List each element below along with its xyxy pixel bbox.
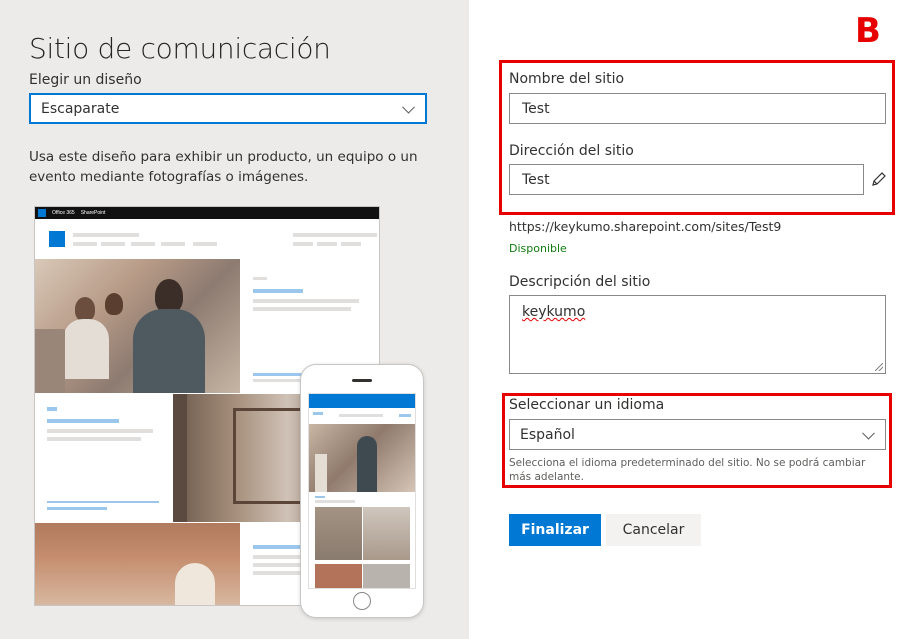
design-panel: Sitio de comunicación Elegir un diseño E… (0, 0, 469, 639)
preview-hero-image (35, 259, 240, 393)
mobile-preview-image (309, 424, 415, 492)
site-address-label: Dirección del sitio (509, 143, 634, 159)
language-dropdown[interactable]: Español (509, 419, 886, 450)
site-description-value: keykumo (522, 304, 586, 320)
design-dropdown[interactable]: Escaparate (29, 93, 427, 124)
site-name-label: Nombre del sitio (509, 71, 625, 87)
design-preview-mobile (300, 364, 424, 618)
site-description-label: Descripción del sitio (509, 274, 651, 290)
site-description-textarea[interactable]: keykumo (509, 295, 886, 374)
language-dropdown-value: Español (520, 426, 575, 443)
design-dropdown-value: Escaparate (41, 100, 120, 117)
language-help-text: Selecciona el idioma predeterminado del … (509, 457, 866, 483)
site-url: https://keykumo.sharepoint.com/sites/Tes… (509, 219, 782, 234)
chevron-down-icon (862, 426, 875, 440)
design-description: Usa este diseño para exhibir un producto… (29, 149, 418, 185)
availability-status: Disponible (509, 242, 567, 255)
site-address-input[interactable]: Test (509, 164, 864, 195)
phone-home-button (353, 592, 371, 610)
language-label: Seleccionar un idioma (509, 397, 665, 413)
preview-suite-app: SharePoint (80, 210, 106, 216)
site-name-input[interactable]: Test (509, 93, 886, 124)
resize-handle-icon[interactable] (875, 363, 883, 371)
chevron-down-icon (402, 100, 415, 114)
pencil-icon[interactable] (870, 170, 888, 188)
finish-button[interactable]: Finalizar (509, 514, 601, 546)
design-label: Elegir un diseño (29, 72, 142, 88)
cancel-button[interactable]: Cancelar (606, 514, 701, 546)
annotation-letter: B (855, 11, 881, 51)
preview-suite-bar: Office 365 SharePoint (35, 207, 379, 219)
preview-footer-image (35, 523, 240, 605)
preview-suite-brand: Office 365 (52, 210, 75, 216)
waffle-icon (38, 209, 46, 217)
page-title: Sitio de comunicación (29, 32, 331, 65)
preview-site-logo (49, 231, 65, 247)
